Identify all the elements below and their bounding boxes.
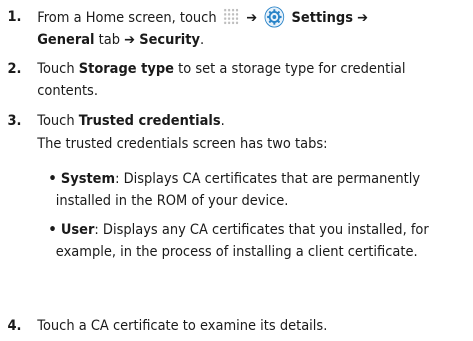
bullet-dot: • bbox=[48, 171, 57, 187]
step-2: 2. Touch Storage type to set a storage t… bbox=[0, 58, 437, 102]
step-text-intro: From a Home screen, touch bbox=[37, 10, 217, 26]
arrow-icon: ➔ bbox=[246, 10, 258, 26]
step-number: 2. bbox=[7, 61, 22, 77]
apps-grid-icon bbox=[223, 8, 240, 25]
step-text: Touch Trusted credentials. bbox=[37, 110, 437, 132]
arrow-icon: ➔ bbox=[357, 10, 369, 26]
bullet-user: • User: Displays any CA certificates tha… bbox=[48, 219, 473, 263]
settings-label: Settings bbox=[291, 10, 353, 26]
step-number: 4. bbox=[7, 318, 22, 334]
touch-word: Touch bbox=[37, 113, 75, 129]
bullet-text: : Displays CA certificates that are perm… bbox=[115, 171, 421, 187]
period: . bbox=[199, 32, 205, 48]
bullet-term: User bbox=[60, 222, 95, 238]
bullet-dot: • bbox=[48, 222, 57, 238]
bullet-system: • System: Displays CA certificates that … bbox=[48, 168, 473, 212]
step-1: 1. From a Home screen, touch ➔ Settings … bbox=[0, 6, 437, 51]
bullet-text: : Displays any CA certificates that you … bbox=[94, 222, 429, 238]
bullet-text-continued: example, in the process of installing a … bbox=[55, 244, 418, 260]
instruction-document: 1. From a Home screen, touch ➔ Settings … bbox=[0, 0, 440, 341]
step-4: 4. Touch a CA certificate to examine its… bbox=[0, 315, 437, 337]
general-tab-label: General bbox=[37, 32, 95, 48]
security-label: Security bbox=[139, 32, 200, 48]
bullet-text-continued: installed in the ROM of your device. bbox=[55, 193, 289, 209]
step-text: From a Home screen, touch ➔ Settings ➔ G… bbox=[37, 6, 437, 51]
step-3: 3. Touch Trusted credentials. bbox=[0, 110, 437, 132]
step-text: Touch a CA certificate to examine its de… bbox=[37, 318, 328, 334]
tab-word: tab bbox=[98, 32, 120, 48]
touch-word: Touch bbox=[37, 61, 75, 77]
step-text: Touch Storage type to set a storage type… bbox=[37, 58, 437, 102]
step-number: 1. bbox=[7, 9, 22, 25]
storage-type-label: Storage type bbox=[78, 61, 175, 77]
arrow-icon: ➔ bbox=[124, 32, 136, 48]
step-3-description: The trusted credentials screen has two t… bbox=[37, 136, 328, 152]
settings-gear-icon bbox=[264, 6, 285, 28]
period: . bbox=[220, 113, 225, 129]
step-number: 3. bbox=[7, 113, 22, 129]
trusted-credentials-label: Trusted credentials bbox=[78, 113, 221, 129]
bullet-term: System bbox=[60, 171, 116, 187]
